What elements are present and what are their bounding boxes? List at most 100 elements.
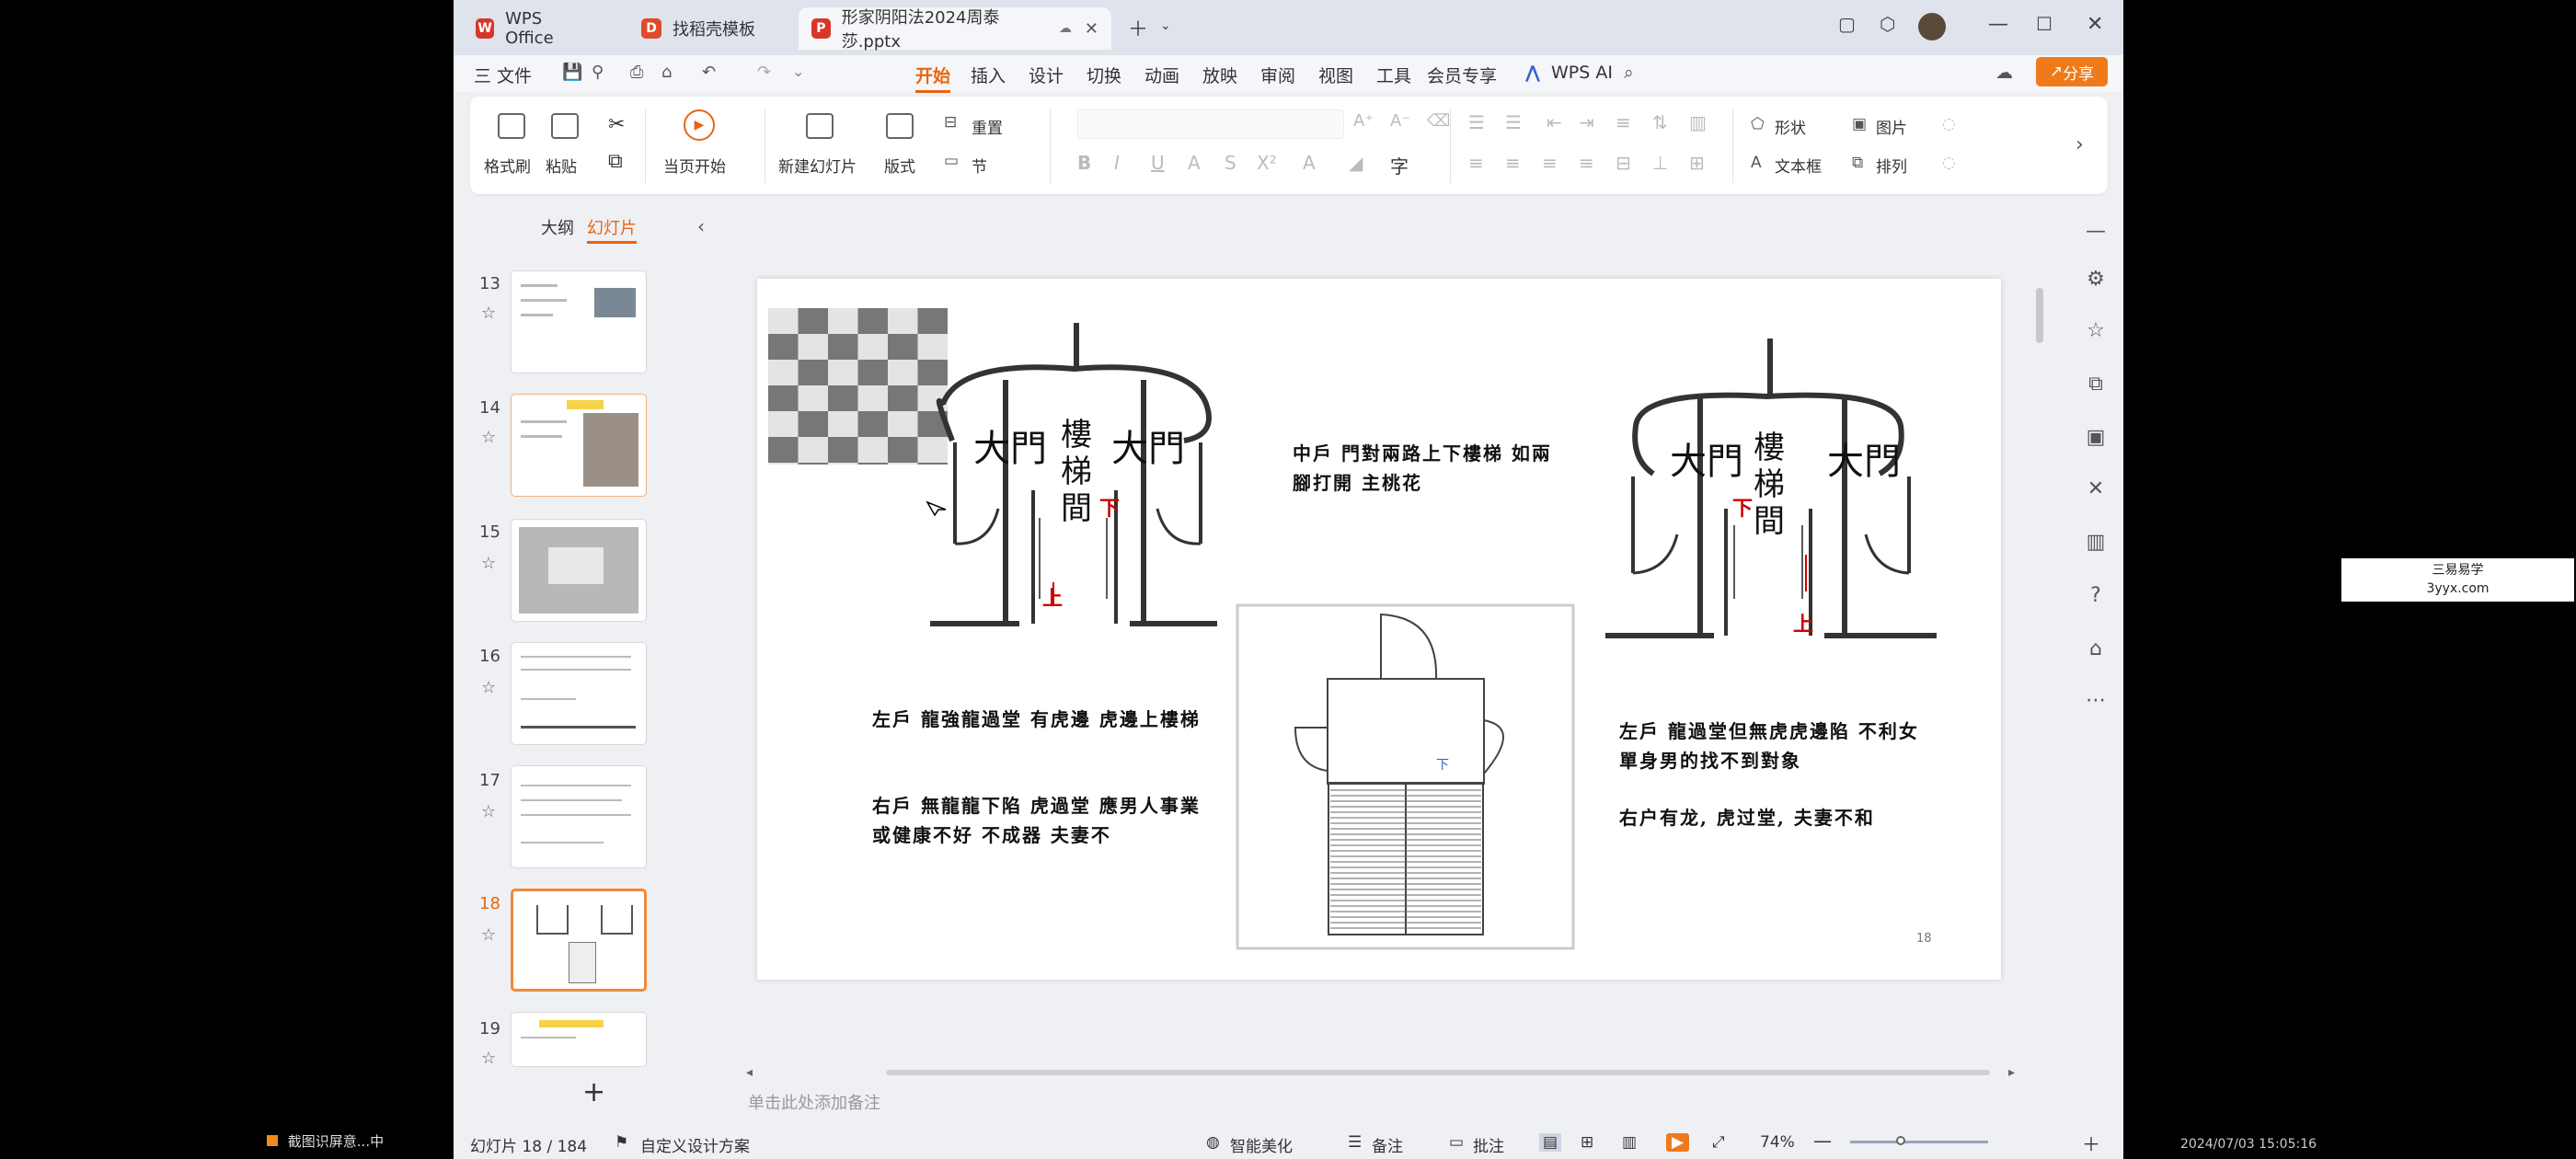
star-icon[interactable]: ☆ bbox=[481, 678, 496, 697]
star-icon[interactable]: ☆ bbox=[2085, 320, 2107, 342]
new-tab-icon[interactable]: ＋ bbox=[1128, 13, 1148, 42]
star-icon[interactable]: ☆ bbox=[481, 554, 496, 573]
menu-item-transition[interactable]: 切换 bbox=[1087, 63, 1121, 87]
tools-icon[interactable]: ✕ bbox=[2085, 478, 2107, 500]
superscript-icon[interactable]: X² bbox=[1257, 152, 1277, 174]
menu-item-view[interactable]: 视图 bbox=[1318, 63, 1353, 87]
distribute-icon[interactable]: ⊟ bbox=[1616, 152, 1631, 174]
share-link-icon[interactable]: ⚲ bbox=[592, 63, 604, 82]
collapse-panel-icon[interactable]: ‹ bbox=[697, 215, 705, 237]
paste-icon[interactable] bbox=[551, 113, 579, 139]
normal-view-icon[interactable]: ▤ bbox=[1539, 1133, 1562, 1152]
font-color-icon[interactable]: A bbox=[1303, 152, 1316, 174]
char-style-icon[interactable]: 字 bbox=[1390, 152, 1409, 178]
zoom-slider-handle[interactable] bbox=[1896, 1136, 1905, 1145]
close-icon[interactable]: ✕ bbox=[2087, 13, 2103, 36]
menu-item-member[interactable]: 会员专享 bbox=[1427, 63, 1497, 87]
clear-format-icon[interactable]: ⌫ bbox=[1427, 111, 1450, 131]
copy-icon[interactable]: ⧉ bbox=[2085, 373, 2107, 396]
line-spacing-icon[interactable]: ≡ bbox=[1616, 111, 1631, 133]
star-icon[interactable]: ☆ bbox=[481, 1049, 496, 1068]
reading-view-icon[interactable]: ▥ bbox=[1622, 1133, 1637, 1152]
vertical-scrollbar[interactable] bbox=[2036, 288, 2043, 343]
layout-button[interactable]: 版式 bbox=[884, 154, 915, 177]
italic-icon[interactable]: I bbox=[1114, 152, 1120, 174]
shadow-icon[interactable]: S bbox=[1225, 152, 1236, 174]
slide-thumbnail-13[interactable] bbox=[511, 270, 647, 373]
zoom-level[interactable]: 74% bbox=[1760, 1133, 1795, 1152]
scroll-right-icon[interactable]: ▸ bbox=[2008, 1065, 2015, 1080]
share-button[interactable]: ↗ 分享 bbox=[2036, 57, 2108, 86]
increase-font-icon[interactable]: A⁺ bbox=[1353, 111, 1374, 131]
menu-item-insert[interactable]: 插入 bbox=[971, 63, 1006, 87]
picture-button[interactable]: 图片 bbox=[1876, 115, 1907, 138]
properties-icon[interactable]: ⚙ bbox=[2085, 269, 2107, 291]
avatar[interactable] bbox=[1918, 13, 1946, 40]
font-name-input[interactable] bbox=[1077, 109, 1344, 139]
text-direction-icon[interactable]: ⇅ bbox=[1652, 111, 1668, 133]
more-chevron-icon[interactable]: ⌄ bbox=[792, 63, 804, 80]
highlight-icon[interactable]: ◢ bbox=[1349, 152, 1363, 174]
slide-thumbnail-17[interactable] bbox=[511, 765, 647, 868]
cut-icon[interactable]: ✂ bbox=[608, 113, 625, 136]
save-icon[interactable]: 💾 bbox=[562, 63, 582, 82]
slide-thumbnail-14[interactable] bbox=[511, 394, 647, 497]
section-button[interactable]: 节 bbox=[972, 154, 987, 177]
menu-item-animation[interactable]: 动画 bbox=[1144, 63, 1179, 87]
star-icon[interactable]: ☆ bbox=[481, 428, 496, 447]
justify-icon[interactable]: ≡ bbox=[1579, 152, 1594, 174]
reset-button[interactable]: 重置 bbox=[972, 115, 1003, 138]
star-icon[interactable]: ☆ bbox=[481, 304, 496, 323]
align-right-icon[interactable]: ≡ bbox=[1542, 152, 1558, 174]
outdent-icon[interactable]: ⇤ bbox=[1547, 111, 1562, 133]
slide-sorter-icon[interactable]: ⊞ bbox=[1581, 1133, 1593, 1152]
menu-item-tools[interactable]: 工具 bbox=[1376, 63, 1411, 87]
undo-icon[interactable]: ↶ bbox=[702, 63, 716, 82]
file-menu[interactable]: 三 文件 bbox=[474, 63, 532, 87]
menu-item-design[interactable]: 设计 bbox=[1029, 63, 1064, 87]
collapse-rail-icon[interactable]: — bbox=[2085, 221, 2107, 243]
decrease-font-icon[interactable]: A⁻ bbox=[1390, 111, 1410, 131]
numbering-icon[interactable]: ☰ bbox=[1505, 111, 1522, 133]
tab-list-chevron-icon[interactable]: ⌄ bbox=[1160, 18, 1171, 33]
bold-icon[interactable]: B bbox=[1077, 152, 1091, 174]
window-layout-icon[interactable]: ▢ bbox=[1838, 13, 1856, 35]
add-slide-icon[interactable]: + bbox=[582, 1076, 605, 1108]
new-slide-button[interactable]: 新建幻灯片 bbox=[778, 154, 857, 177]
textbox-button[interactable]: 文本框 bbox=[1775, 154, 1822, 177]
print-icon[interactable]: ⎙ bbox=[630, 63, 643, 82]
beautify-button[interactable]: 智能美化 bbox=[1230, 1133, 1293, 1156]
outline-icon[interactable]: ◌ bbox=[1942, 154, 1956, 172]
slide-thumbnail-18[interactable] bbox=[511, 889, 647, 992]
more-icon[interactable]: ⋯ bbox=[2085, 690, 2107, 712]
strike-icon[interactable]: A bbox=[1188, 152, 1201, 174]
tab-templates[interactable]: D 找稻壳模板 bbox=[628, 7, 785, 50]
zoom-out-icon[interactable]: — bbox=[1813, 1130, 1832, 1152]
search-icon[interactable]: ⌕ bbox=[1624, 63, 1634, 83]
menu-item-slideshow[interactable]: 放映 bbox=[1202, 63, 1237, 87]
redo-icon[interactable]: ↷ bbox=[757, 63, 771, 82]
notes-placeholder[interactable]: 单击此处添加备注 bbox=[748, 1090, 880, 1114]
horizontal-scrollbar[interactable] bbox=[886, 1070, 1990, 1075]
star-icon[interactable]: ☆ bbox=[481, 925, 496, 945]
smartart-icon[interactable]: ⊞ bbox=[1689, 152, 1705, 174]
fit-icon[interactable]: ⤢ bbox=[1712, 1133, 1725, 1152]
zoom-in-icon[interactable]: ＋ bbox=[2082, 1130, 2100, 1156]
format-painter-icon[interactable] bbox=[498, 113, 525, 139]
cloud-sync-icon[interactable]: ☁ bbox=[1995, 63, 2013, 83]
tab-pptx[interactable]: P 形家阴阳法2024周泰莎.pptx ☁ ✕ bbox=[799, 7, 1111, 52]
slide-thumbnail-15[interactable] bbox=[511, 519, 647, 622]
tab-outline[interactable]: 大纲 bbox=[541, 215, 574, 239]
slideshow-icon[interactable]: ▶ bbox=[1666, 1133, 1690, 1152]
menu-item-review[interactable]: 审阅 bbox=[1260, 63, 1295, 87]
star-icon[interactable]: ☆ bbox=[481, 802, 496, 821]
wps-ai-button[interactable]: WPS AI bbox=[1551, 63, 1613, 83]
bullets-icon[interactable]: ☰ bbox=[1468, 111, 1485, 133]
slide-thumbnail-16[interactable] bbox=[511, 642, 647, 745]
from-current-button[interactable]: 当页开始 bbox=[663, 154, 726, 177]
indent-icon[interactable]: ⇥ bbox=[1579, 111, 1594, 133]
shape-button[interactable]: 形状 bbox=[1775, 115, 1806, 138]
tab-wps-office[interactable]: W WPS Office bbox=[463, 7, 601, 50]
menu-item-home[interactable]: 开始 bbox=[915, 63, 951, 93]
comment-button[interactable]: 批注 bbox=[1473, 1133, 1504, 1156]
